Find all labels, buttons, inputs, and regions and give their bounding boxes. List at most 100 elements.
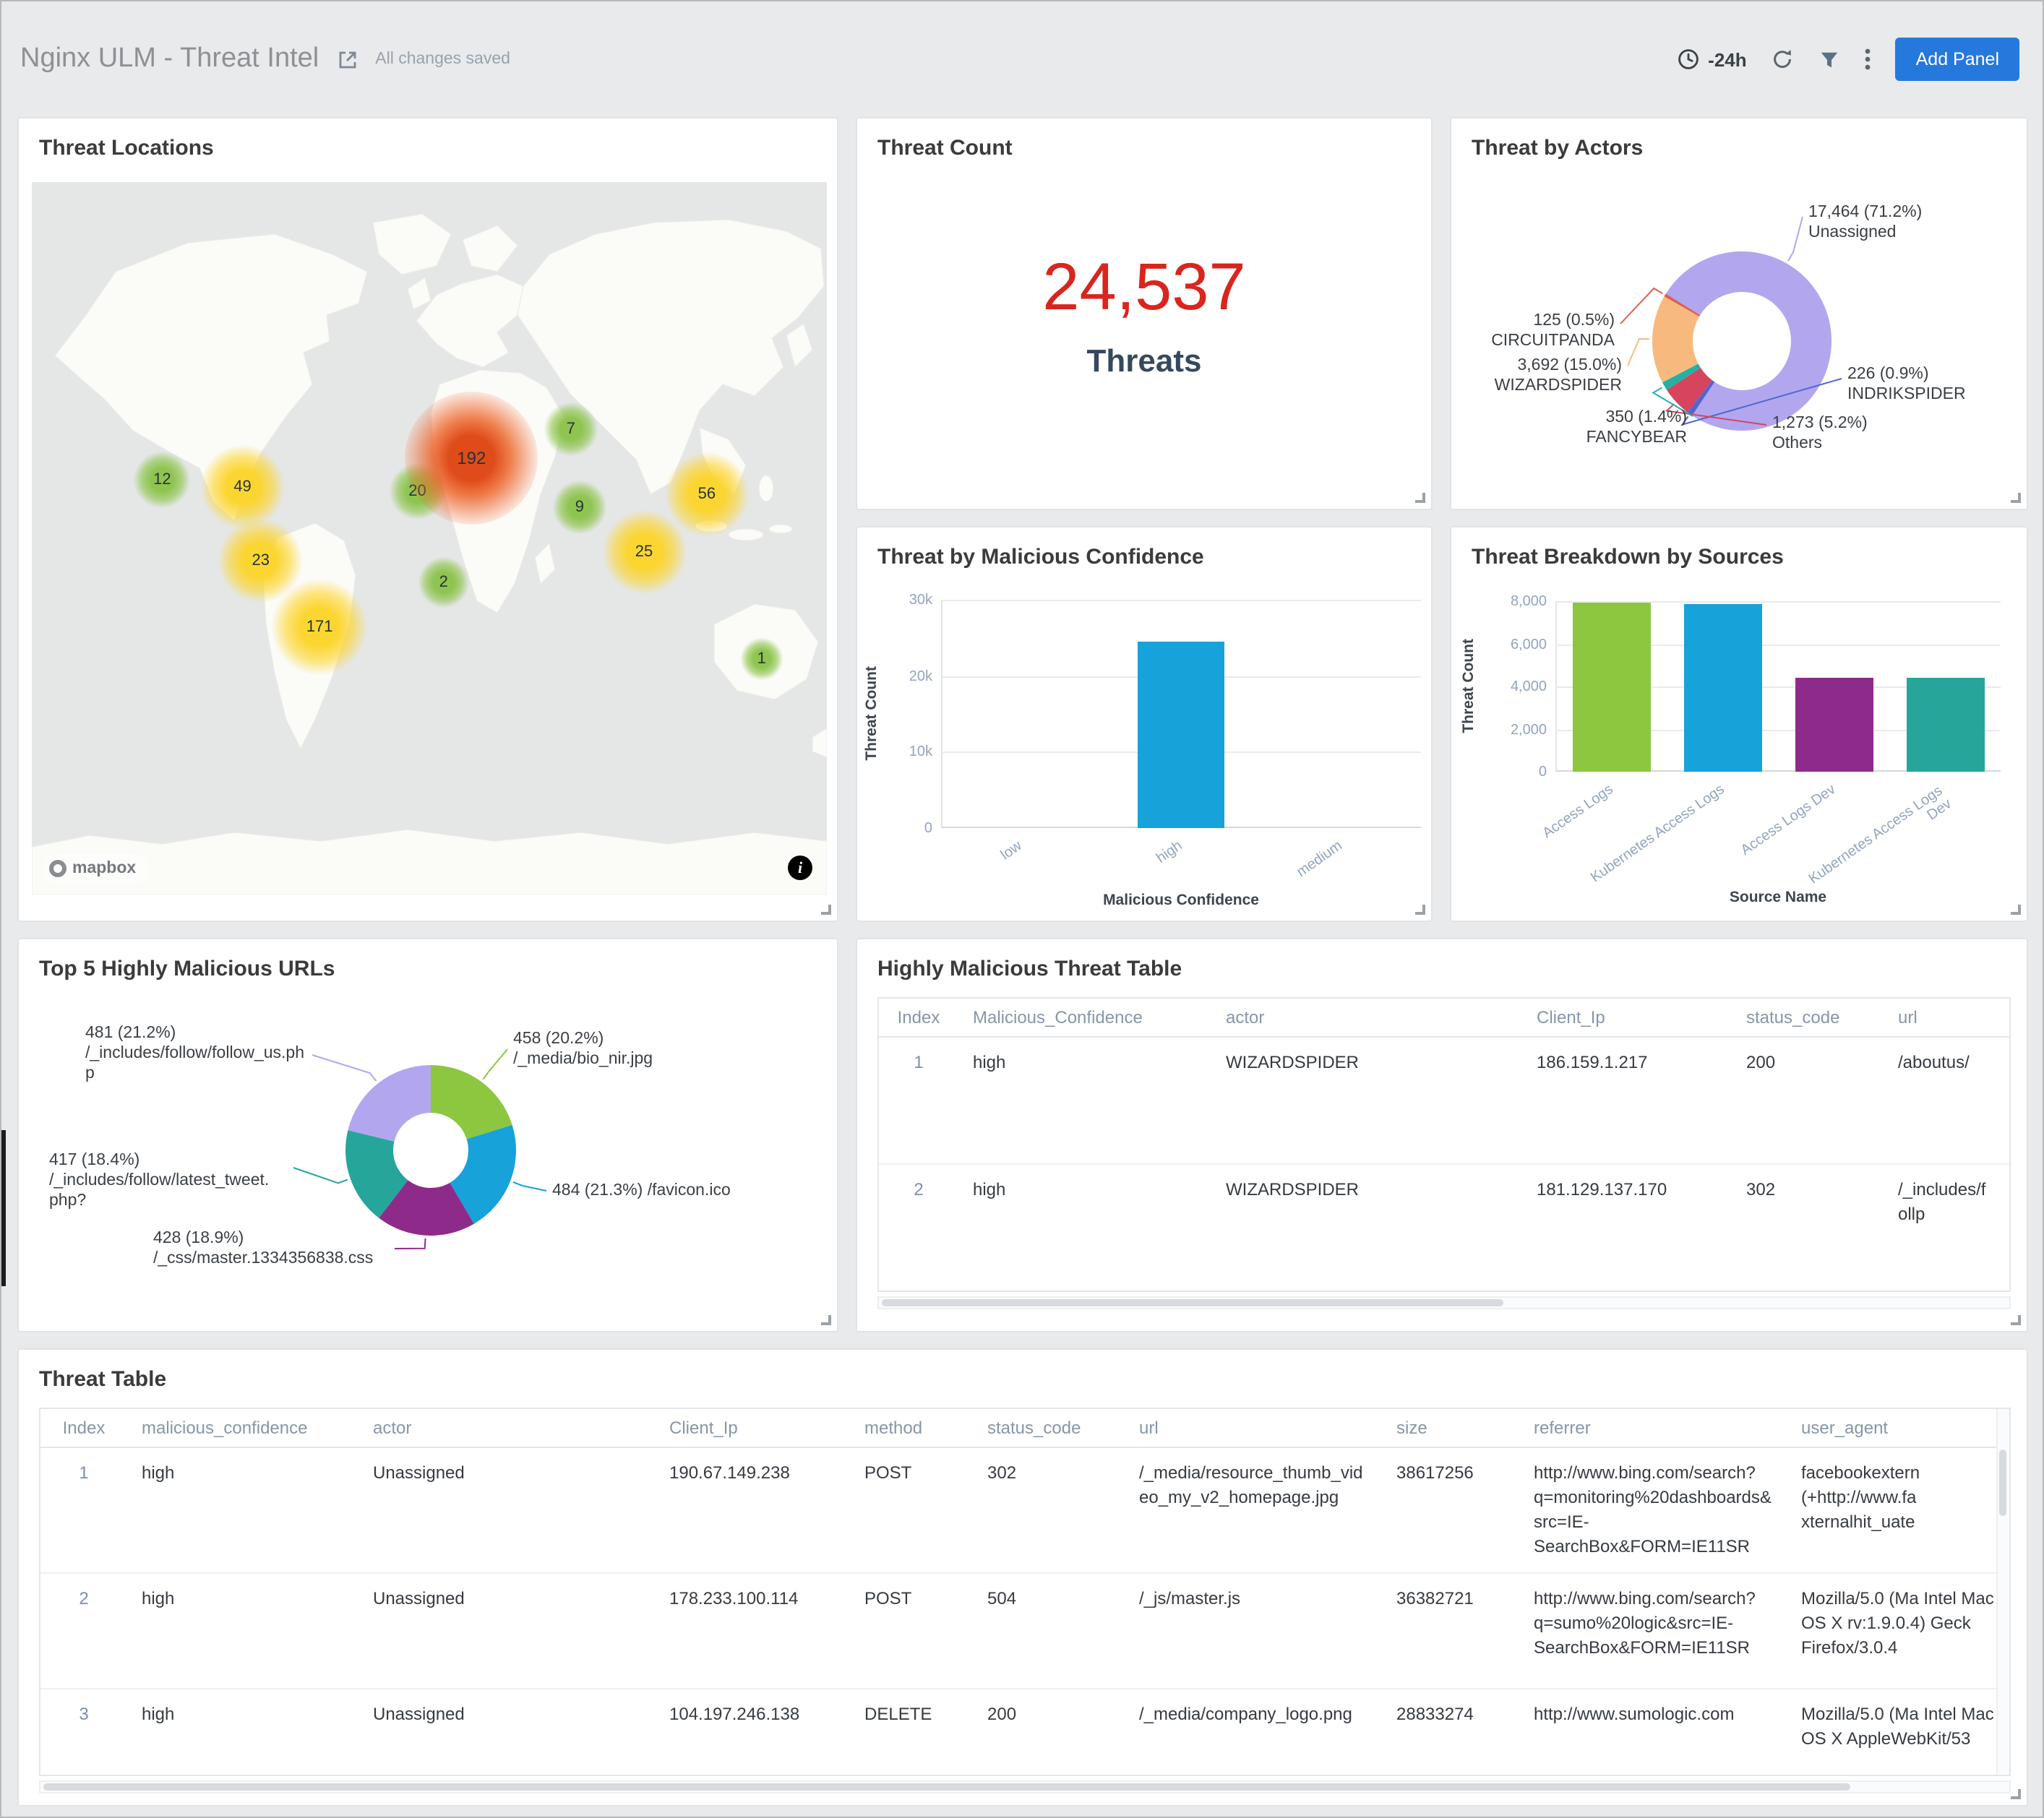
cell-url: /_includes/follp — [1884, 1164, 2009, 1291]
mapbox-logo[interactable]: mapbox — [43, 854, 149, 883]
col-header-actor[interactable]: actor — [1211, 999, 1522, 1037]
col-header-status_code[interactable]: status_code — [1732, 999, 1884, 1037]
map-info-button[interactable]: i — [788, 856, 812, 880]
actors-donut-chart: 17,464 (71.2%)Unassigned226 (0.9%)INDRIK… — [1451, 119, 2027, 509]
col-header-Malicious_Confidence[interactable]: Malicious_Confidence — [958, 999, 1211, 1037]
table-row[interactable]: 1highUnassigned190.67.149.238POST302/_me… — [40, 1447, 2009, 1573]
y-tick-label: 8,000 — [1480, 594, 1547, 610]
v-scrollbar[interactable] — [1996, 1409, 2009, 1775]
col-header-malicious_confidence[interactable]: malicious_confidence — [127, 1409, 358, 1447]
map-bubble-7[interactable]: 7 — [544, 402, 598, 457]
save-status: All changes saved — [375, 51, 510, 68]
cell-method: POST — [850, 1573, 973, 1689]
map-bubble-25[interactable]: 25 — [602, 510, 686, 594]
map-bubble-12[interactable]: 12 — [133, 451, 191, 509]
pie-label-/_media/bio_nir.jpg: 458 (20.2%)/_media/bio_nir.jpg — [513, 1029, 737, 1069]
bar-Kubernetes Access Logs[interactable] — [1683, 604, 1761, 772]
time-range-control[interactable]: -24h — [1676, 48, 1746, 71]
threat-count-body: 24,537 Threats — [857, 162, 1431, 465]
share-icon[interactable] — [335, 47, 359, 72]
filter-icon[interactable] — [1819, 48, 1841, 70]
dashboard-root: Nginx ULM - Threat Intel All changes sav… — [0, 0, 2044, 1818]
resize-handle[interactable] — [1415, 905, 1425, 915]
bar-Kubernetes Access Logs Dev[interactable] — [1906, 678, 1984, 772]
cell-status_code: 200 — [1732, 1037, 1884, 1164]
col-header-referrer[interactable]: referrer — [1519, 1409, 1787, 1447]
y-tick-label: 4,000 — [1480, 679, 1547, 695]
pie-leader-line — [513, 1182, 546, 1191]
map-bubble-171[interactable]: 171 — [272, 580, 367, 675]
cell-referrer: http://www.bing.com/search?q=sumo%20logi… — [1519, 1573, 1787, 1689]
resize-handle[interactable] — [821, 1315, 831, 1325]
col-header-actor[interactable]: actor — [358, 1409, 655, 1447]
pie-label-/_includes/follow/follow_us.php: 481 (21.2%)/_includes/follow/follow_us.p… — [85, 1023, 309, 1084]
table-row[interactable]: 1highWIZARDSPIDER186.159.1.217200/aboutu… — [879, 1037, 2009, 1164]
scroll-thumb[interactable] — [43, 1783, 1850, 1791]
mapbox-wordmark: mapbox — [72, 860, 136, 877]
cell-malicious_confidence: high — [127, 1573, 358, 1689]
pie-leader-line — [483, 1049, 507, 1080]
col-header-size[interactable]: size — [1382, 1409, 1519, 1447]
map-bubble-192[interactable]: 192 — [405, 392, 538, 525]
map-bubble-49[interactable]: 49 — [201, 446, 285, 530]
mapbox-icon — [49, 860, 66, 877]
resize-handle[interactable] — [2011, 1789, 2021, 1799]
more-menu-icon[interactable] — [1865, 48, 1871, 71]
pie-label-INDRIKSPIDER: 226 (0.9%)INDRIKSPIDER — [1847, 364, 2028, 405]
map-canvas[interactable]: 1249231712019227925561 mapbox i — [32, 182, 827, 895]
map-bubble-56[interactable]: 56 — [665, 452, 749, 536]
col-header-status_code[interactable]: status_code — [973, 1409, 1125, 1447]
x-axis-title: Source Name — [1555, 889, 2001, 906]
cell-size: 28833274 — [1382, 1689, 1519, 1776]
col-header-method[interactable]: method — [850, 1409, 973, 1447]
col-header-Index[interactable]: Index — [40, 1409, 127, 1447]
resize-handle[interactable] — [2011, 1315, 2021, 1325]
table-row[interactable]: 3highUnassigned104.197.246.138DELETE200/… — [40, 1689, 2009, 1776]
col-header-Client_Ip[interactable]: Client_Ip — [655, 1409, 850, 1447]
cell-size: 38617256 — [1382, 1447, 1519, 1573]
pie-slice-/_includes/follow/follow_us.php[interactable] — [348, 1065, 431, 1142]
map-bubble-9[interactable]: 9 — [552, 481, 607, 535]
cell-user_agent: facebookextern (+http://www.fa xternalhi… — [1787, 1447, 2009, 1573]
cell-status_code: 504 — [973, 1573, 1125, 1689]
col-header-Client_Ip[interactable]: Client_Ip — [1522, 999, 1732, 1037]
add-panel-button[interactable]: Add Panel — [1896, 38, 2019, 81]
panel-threat-table: Threat Table Indexmalicious_confidenceac… — [17, 1348, 2028, 1806]
cell-url: /_js/master.js — [1125, 1573, 1382, 1689]
pie-label-Others: 1,273 (5.2%)Others — [1772, 413, 1989, 454]
gridline — [1555, 601, 2001, 603]
scroll-thumb[interactable] — [882, 1299, 1503, 1306]
resize-handle[interactable] — [2011, 493, 2021, 503]
table-row[interactable]: 2highWIZARDSPIDER181.129.137.170302/_inc… — [879, 1164, 2009, 1291]
col-header-url[interactable]: url — [1884, 999, 2009, 1037]
panel-drag-indicator[interactable] — [1, 1130, 6, 1286]
resize-handle[interactable] — [2011, 905, 2021, 915]
cell-Index: 1 — [879, 1037, 958, 1164]
scroll-thumb[interactable] — [1999, 1449, 2006, 1516]
table-row[interactable]: 2highUnassigned178.233.100.114POST504/_j… — [40, 1573, 2009, 1689]
tt-table: Indexmalicious_confidenceactorClient_Ipm… — [40, 1409, 2009, 1776]
map-bubble-2[interactable]: 2 — [418, 556, 470, 608]
cell-url: /aboutus/ — [1884, 1037, 2009, 1164]
cell-actor: WIZARDSPIDER — [1211, 1164, 1522, 1291]
cell-Index: 1 — [40, 1447, 127, 1573]
col-header-user_agent[interactable]: user_agent — [1787, 1409, 2009, 1447]
bar-Access Logs[interactable] — [1572, 603, 1650, 772]
resize-handle[interactable] — [821, 905, 831, 915]
resize-handle[interactable] — [1415, 493, 1425, 503]
col-header-Index[interactable]: Index — [879, 999, 958, 1037]
cell-size: 36382721 — [1382, 1573, 1519, 1689]
h-scrollbar[interactable] — [39, 1780, 2011, 1793]
col-header-url[interactable]: url — [1125, 1409, 1382, 1447]
bar-Access Logs Dev[interactable] — [1795, 678, 1873, 772]
pie-leader-line — [293, 1168, 348, 1183]
panel-title: Threat Table — [19, 1350, 2027, 1392]
bar-high[interactable] — [1138, 642, 1224, 828]
pie-leader-line — [312, 1055, 377, 1081]
pie-slice-/_media/bio_nir.jpg[interactable] — [431, 1065, 512, 1140]
map-bubble-1[interactable]: 1 — [740, 638, 783, 681]
y-tick-label: 6,000 — [1480, 637, 1547, 652]
dashboard-header: Nginx ULM - Threat Intel All changes sav… — [1, 1, 2043, 117]
h-scrollbar[interactable] — [877, 1296, 2011, 1309]
refresh-icon[interactable] — [1772, 48, 1795, 71]
